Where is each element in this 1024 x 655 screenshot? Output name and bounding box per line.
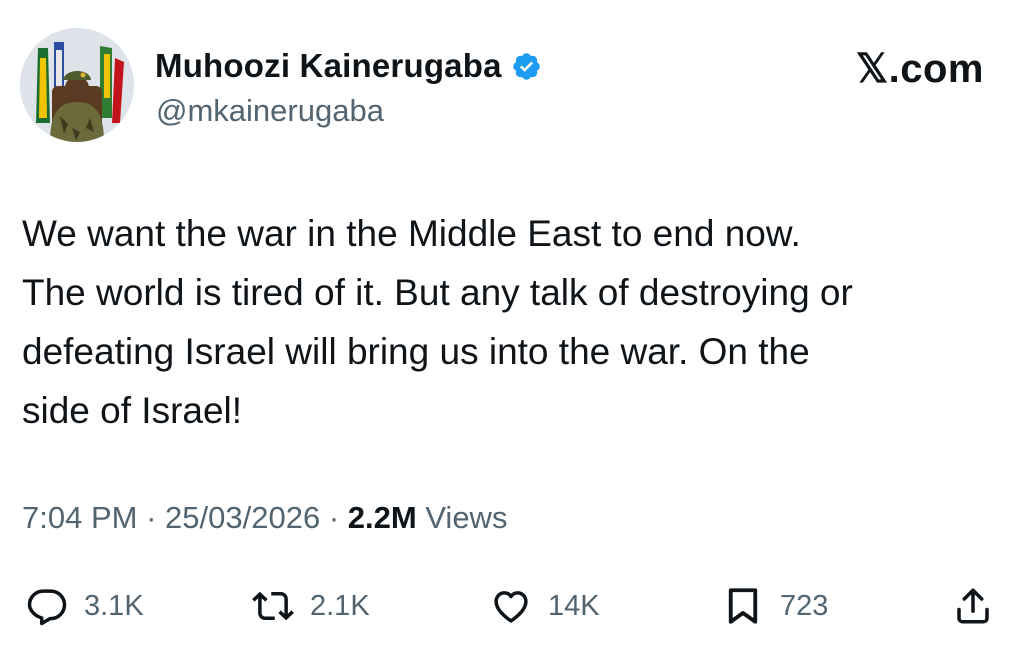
tweet-time[interactable]: 7:04 PM	[22, 500, 137, 535]
bookmark-button[interactable]: 723	[722, 580, 828, 632]
share-icon	[957, 588, 989, 624]
reply-icon	[27, 589, 67, 626]
avatar[interactable]	[20, 28, 134, 142]
action-bar: 3.1K 2.1K 14K 723	[0, 580, 1024, 632]
like-button[interactable]: 14K	[490, 580, 600, 632]
meta-separator: ·	[328, 500, 340, 535]
tweet-date[interactable]: 25/03/2026	[165, 500, 320, 535]
share-button[interactable]	[952, 580, 994, 632]
reply-count: 3.1K	[84, 589, 144, 622]
repost-button[interactable]: 2.1K	[252, 580, 370, 632]
tweet-meta: 7:04 PM · 25/03/2026 · 2.2M Views	[22, 500, 507, 536]
author-handle[interactable]: @mkainerugaba	[156, 93, 384, 129]
views-count: 2.2M	[347, 500, 417, 535]
views-label: Views	[425, 500, 508, 535]
bookmark-icon	[728, 588, 758, 624]
heart-icon	[494, 591, 528, 623]
verified-badge-icon	[512, 52, 540, 80]
bookmark-count: 723	[780, 589, 829, 622]
profile-photo	[20, 28, 134, 142]
author-display-name[interactable]: Muhoozi Kainerugaba	[155, 47, 502, 85]
author-name-row: Muhoozi Kainerugaba	[155, 44, 542, 88]
like-count: 14K	[548, 589, 600, 622]
brand-label: 𝕏.com	[855, 47, 984, 91]
repost-count: 2.1K	[310, 589, 370, 622]
repost-icon	[252, 591, 294, 621]
meta-separator: ·	[146, 500, 157, 535]
reply-button[interactable]: 3.1K	[26, 580, 144, 632]
tweet-text: We want the war in the Middle East to en…	[22, 213, 853, 431]
